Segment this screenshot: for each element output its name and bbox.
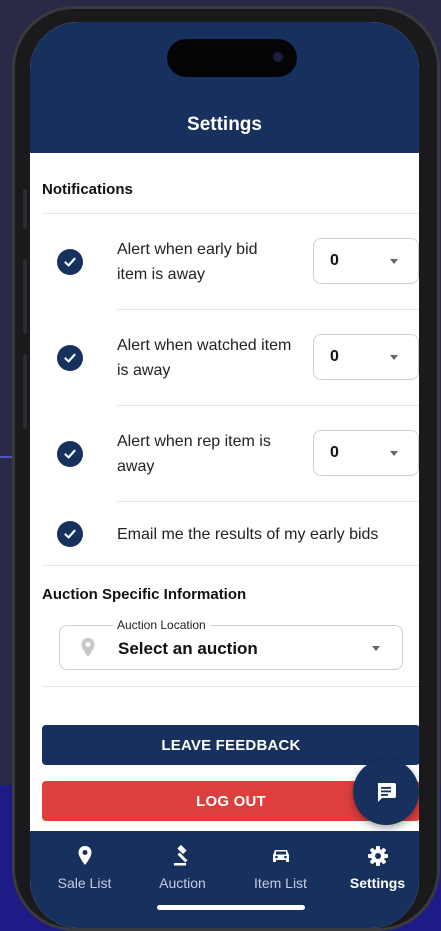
app-screen: Settings Notifications Alert when early … [30,22,419,928]
map-pin-icon [81,638,95,657]
divider [117,501,419,502]
divider [117,405,419,406]
app-header: Settings [30,22,419,153]
divider [117,309,419,310]
notifications-title: Notifications [42,181,133,198]
checkmark-icon [64,257,76,267]
checkmark-icon [64,353,76,363]
page-title: Settings [187,114,262,135]
phone-side-button [23,189,27,229]
chat-icon [378,783,396,802]
tab-auction[interactable]: Auction [134,831,231,906]
auction-location-value: Select an auction [118,639,258,658]
phone-side-button [23,259,27,334]
select-early-bid[interactable]: 0 [313,238,419,284]
alert-label-early-bid: Alert when early bid item is away [117,241,258,283]
auction-location-label: Auction Location [113,618,210,632]
leave-feedback-button[interactable]: LEAVE FEEDBACK [42,725,419,765]
home-indicator [157,905,305,910]
camera-icon [273,52,283,62]
caret-down-icon [372,646,380,651]
map-pin-icon [78,846,92,865]
checkmark-icon [64,529,76,539]
tab-settings[interactable]: Settings [329,831,419,906]
select-rep[interactable]: 0 [313,430,419,476]
auction-info-title: Auction Specific Information [42,586,247,603]
select-value: 0 [330,252,339,269]
tab-bar: Sale List Auction Item List Settings [30,831,419,928]
tab-item-list[interactable]: Item List [232,831,329,906]
gear-icon [368,846,388,866]
caret-down-icon [390,355,398,360]
tab-label: Auction [159,875,206,891]
caret-down-icon [390,259,398,264]
divider [42,213,419,214]
select-value: 0 [330,348,339,365]
checkbox-rep[interactable] [57,441,83,467]
alert-label-watched: Alert when watched item is away [117,337,292,379]
tab-label: Sale List [57,875,112,891]
select-watched[interactable]: 0 [313,334,419,380]
alert-label-rep: Alert when rep item is away [117,433,271,475]
select-value: 0 [330,444,339,461]
alert-label-email-results: Email me the results of my early bids [117,526,379,543]
checkbox-early-bid[interactable] [57,249,83,275]
gavel-icon [174,845,188,866]
car-icon [273,850,289,862]
tab-sale-list[interactable]: Sale List [36,831,133,906]
checkmark-icon [64,449,76,459]
checkbox-watched[interactable] [57,345,83,371]
caret-down-icon [390,451,398,456]
tab-label: Settings [349,875,406,891]
phone-side-button [23,354,27,429]
divider [42,686,419,687]
tab-label: Item List [254,875,307,891]
divider [42,565,419,566]
checkbox-email-results[interactable] [57,521,83,547]
auction-location-select[interactable]: Auction Location Select an auction [59,618,403,670]
dynamic-island [167,39,297,77]
chat-fab-button[interactable] [353,759,419,825]
